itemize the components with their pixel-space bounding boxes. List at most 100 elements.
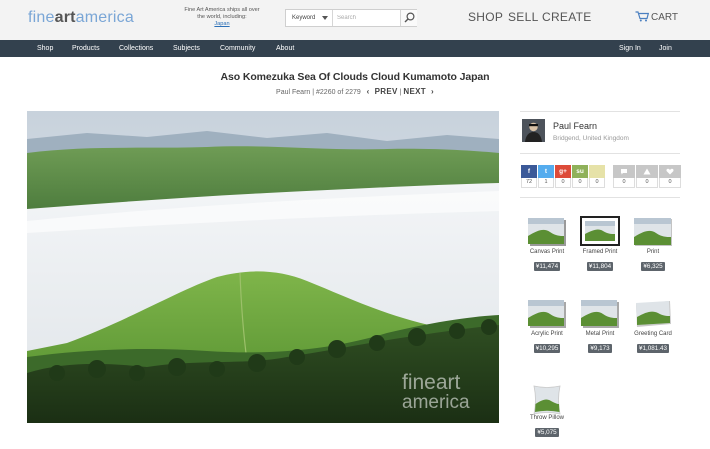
favorite-button[interactable]: 0	[636, 165, 658, 188]
product-price: ¥6,325	[641, 262, 665, 271]
product-metal-print[interactable]: Metal Print ¥9,173	[575, 300, 625, 355]
site-logo[interactable]: fineartamerica	[28, 9, 134, 27]
artwork-position: #2260 of 2279	[316, 89, 361, 96]
chevron-down-icon	[322, 16, 328, 20]
chevron-right-icon: ›	[430, 87, 434, 96]
like-count: 0	[659, 178, 681, 188]
watermark-line2: america	[402, 392, 470, 413]
artwork-landscape: fineart america	[27, 111, 499, 423]
product-name: Framed Print	[582, 249, 618, 255]
next-label: NEXT	[403, 87, 426, 96]
divider	[520, 197, 680, 198]
logo-bold: art	[54, 9, 76, 26]
product-throw-pillow[interactable]: Throw Pillow ¥5,075	[522, 384, 572, 439]
share-count: 0	[589, 178, 605, 188]
search-input[interactable]	[334, 10, 400, 26]
share-facebook[interactable]: f 72	[521, 165, 537, 188]
share-count: 1	[538, 178, 554, 188]
share-stumbleupon[interactable]: su 0	[572, 165, 588, 188]
navbar-item-community[interactable]: Community	[220, 40, 255, 57]
shipping-text: Fine Art America ships all over the worl…	[184, 7, 260, 20]
search-button[interactable]	[400, 10, 417, 26]
prev-button[interactable]: ‹ PREV	[367, 87, 398, 96]
search-icon	[404, 12, 415, 23]
share-twitter[interactable]: t 1	[538, 165, 554, 188]
share-icon	[589, 165, 605, 178]
product-name: Canvas Print	[529, 249, 565, 255]
product-price: ¥11,474	[533, 262, 561, 271]
prev-label: PREV	[374, 87, 398, 96]
nav-sell[interactable]: SELL	[508, 10, 539, 24]
share-google-plus[interactable]: g+ 0	[555, 165, 571, 188]
cart-link[interactable]: CART	[635, 11, 678, 23]
heart-icon	[659, 165, 681, 178]
stumbleupon-icon: su	[572, 165, 588, 178]
artist-avatar[interactable]	[522, 119, 545, 142]
search-scope-label: Keyword	[292, 15, 316, 21]
like-button[interactable]: 0	[659, 165, 681, 188]
favorite-count: 0	[636, 178, 658, 188]
chevron-left-icon: ‹	[366, 87, 370, 96]
product-framed-print[interactable]: Framed Print ¥11,804	[575, 216, 625, 273]
comment-count: 0	[613, 178, 635, 188]
navbar-item-shop[interactable]: Shop	[37, 40, 53, 57]
separator: |	[399, 89, 402, 96]
artwork-subline: Paul Fearn | #2260 of 2279 ‹ PREV | NEXT…	[0, 87, 710, 96]
avatar-image	[522, 119, 545, 142]
navbar-item-about[interactable]: About	[276, 40, 294, 57]
navbar-item-subjects[interactable]: Subjects	[173, 40, 200, 57]
search-box: Keyword	[285, 9, 417, 27]
product-price: ¥11,804	[586, 262, 614, 271]
product-acrylic-print[interactable]: Acrylic Print ¥10,295	[522, 300, 572, 355]
product-thumbnail	[581, 300, 619, 328]
product-name: Greeting Card	[634, 331, 672, 337]
sign-in-link[interactable]: Sign In	[619, 40, 641, 57]
twitter-icon: t	[538, 165, 554, 178]
divider	[520, 111, 680, 112]
product-price: ¥1,081.43	[636, 344, 669, 353]
cart-label: CART	[651, 12, 679, 23]
watermark-line1: fineart	[402, 371, 461, 394]
product-print[interactable]: Print ¥6,325	[628, 218, 678, 273]
product-price: ¥10,295	[533, 344, 561, 353]
artist-name[interactable]: Paul Fearn	[553, 121, 597, 131]
nav-create[interactable]: CREATE	[542, 10, 592, 24]
favorite-icon	[636, 165, 658, 178]
product-canvas-print[interactable]: Canvas Print ¥11,474	[522, 218, 572, 273]
product-price: ¥9,173	[588, 344, 612, 353]
join-link[interactable]: Join	[659, 40, 672, 57]
comment-icon	[613, 165, 635, 178]
artwork-image[interactable]: fineart america	[27, 111, 499, 423]
facebook-icon: f	[521, 165, 537, 178]
share-count: 72	[521, 178, 537, 188]
share-count: 0	[572, 178, 588, 188]
comment-button[interactable]: 0	[613, 165, 635, 188]
nav-shop[interactable]: SHOP	[468, 10, 503, 24]
product-thumbnail	[528, 384, 566, 415]
product-thumbnail	[634, 300, 672, 328]
next-button[interactable]: NEXT ›	[403, 87, 434, 96]
product-price: ¥5,075	[535, 428, 559, 437]
product-name: Metal Print	[585, 331, 615, 337]
share-count: 0	[555, 178, 571, 188]
product-name: Print	[646, 249, 660, 255]
product-thumbnail	[528, 218, 566, 246]
search-scope-select[interactable]: Keyword	[286, 10, 333, 26]
shipping-country-link[interactable]: Japan	[181, 21, 263, 28]
artwork-artist-link[interactable]: Paul Fearn	[276, 89, 310, 96]
product-greeting-card[interactable]: Greeting Card ¥1,081.43	[628, 300, 678, 355]
google-plus-icon: g+	[555, 165, 571, 178]
navbar-item-collections[interactable]: Collections	[119, 40, 153, 57]
product-thumbnail	[634, 218, 672, 246]
share-other[interactable]: 0	[589, 165, 605, 188]
product-thumbnail	[528, 300, 566, 328]
cart-icon	[635, 11, 650, 22]
navbar-item-products[interactable]: Products	[72, 40, 100, 57]
logo-prefix: fine	[28, 9, 55, 26]
divider	[520, 153, 680, 154]
shipping-notice: Fine Art America ships all over the worl…	[181, 7, 263, 28]
logo-suffix: america	[75, 9, 134, 26]
artwork-title: Aso Komezuka Sea Of Clouds Cloud Kumamot…	[220, 71, 490, 83]
artist-location: Bridgend, United Kingdom	[553, 135, 629, 142]
top-header: fineartamerica Fine Art America ships al…	[0, 0, 710, 40]
